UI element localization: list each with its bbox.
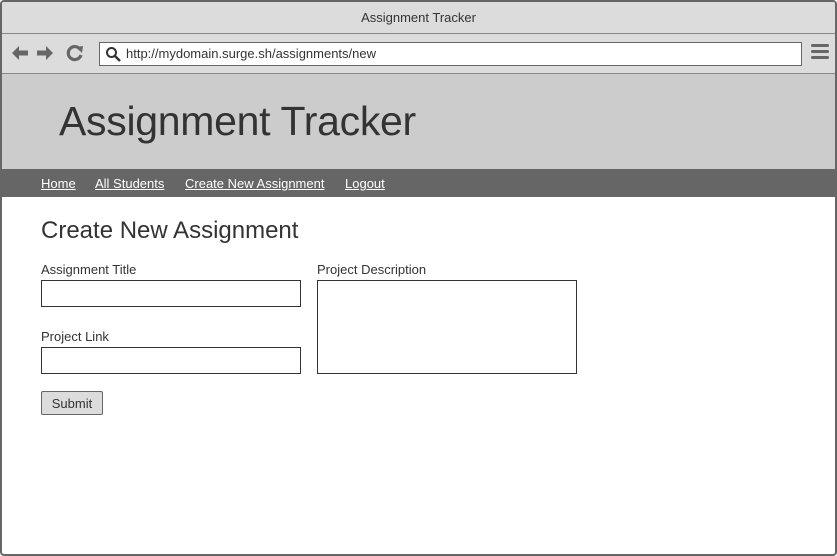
reload-icon bbox=[66, 45, 83, 62]
browser-window: Assignment Tracker http://mydomain.surge… bbox=[0, 0, 837, 556]
page-title: Create New Assignment bbox=[41, 217, 299, 244]
nav-link-create-new-assignment[interactable]: Create New Assignment bbox=[185, 176, 324, 191]
forward-button[interactable] bbox=[35, 43, 55, 63]
project-link-input[interactable] bbox=[41, 347, 301, 374]
site-header: Assignment Tracker bbox=[2, 74, 835, 169]
nav-link-all-students[interactable]: All Students bbox=[95, 176, 164, 191]
project-description-label: Project Description bbox=[317, 262, 427, 277]
assignment-title-input[interactable] bbox=[41, 280, 301, 307]
submit-button[interactable]: Submit bbox=[41, 391, 103, 415]
reload-button[interactable] bbox=[65, 43, 85, 63]
browser-toolbar bbox=[2, 34, 835, 74]
page-content: Create New Assignment Assignment Title P… bbox=[2, 197, 835, 554]
arrow-left-icon bbox=[12, 46, 28, 60]
window-title: Assignment Tracker bbox=[2, 2, 835, 34]
project-link-label: Project Link bbox=[41, 329, 109, 344]
assignment-title-label: Assignment Title bbox=[41, 262, 137, 277]
address-bar[interactable] bbox=[99, 42, 802, 66]
search-icon bbox=[106, 47, 121, 62]
url-input[interactable] bbox=[126, 43, 797, 65]
arrow-right-icon bbox=[37, 46, 53, 60]
back-button[interactable] bbox=[10, 43, 30, 63]
site-title: Assignment Tracker bbox=[59, 98, 416, 144]
nav-link-home[interactable]: Home bbox=[41, 176, 76, 191]
hamburger-menu-icon bbox=[811, 44, 829, 59]
browser-menu-button[interactable] bbox=[811, 44, 829, 62]
project-description-textarea[interactable] bbox=[317, 280, 577, 374]
main-nav: Home All Students Create New Assignment … bbox=[2, 169, 835, 197]
nav-link-logout[interactable]: Logout bbox=[345, 176, 385, 191]
